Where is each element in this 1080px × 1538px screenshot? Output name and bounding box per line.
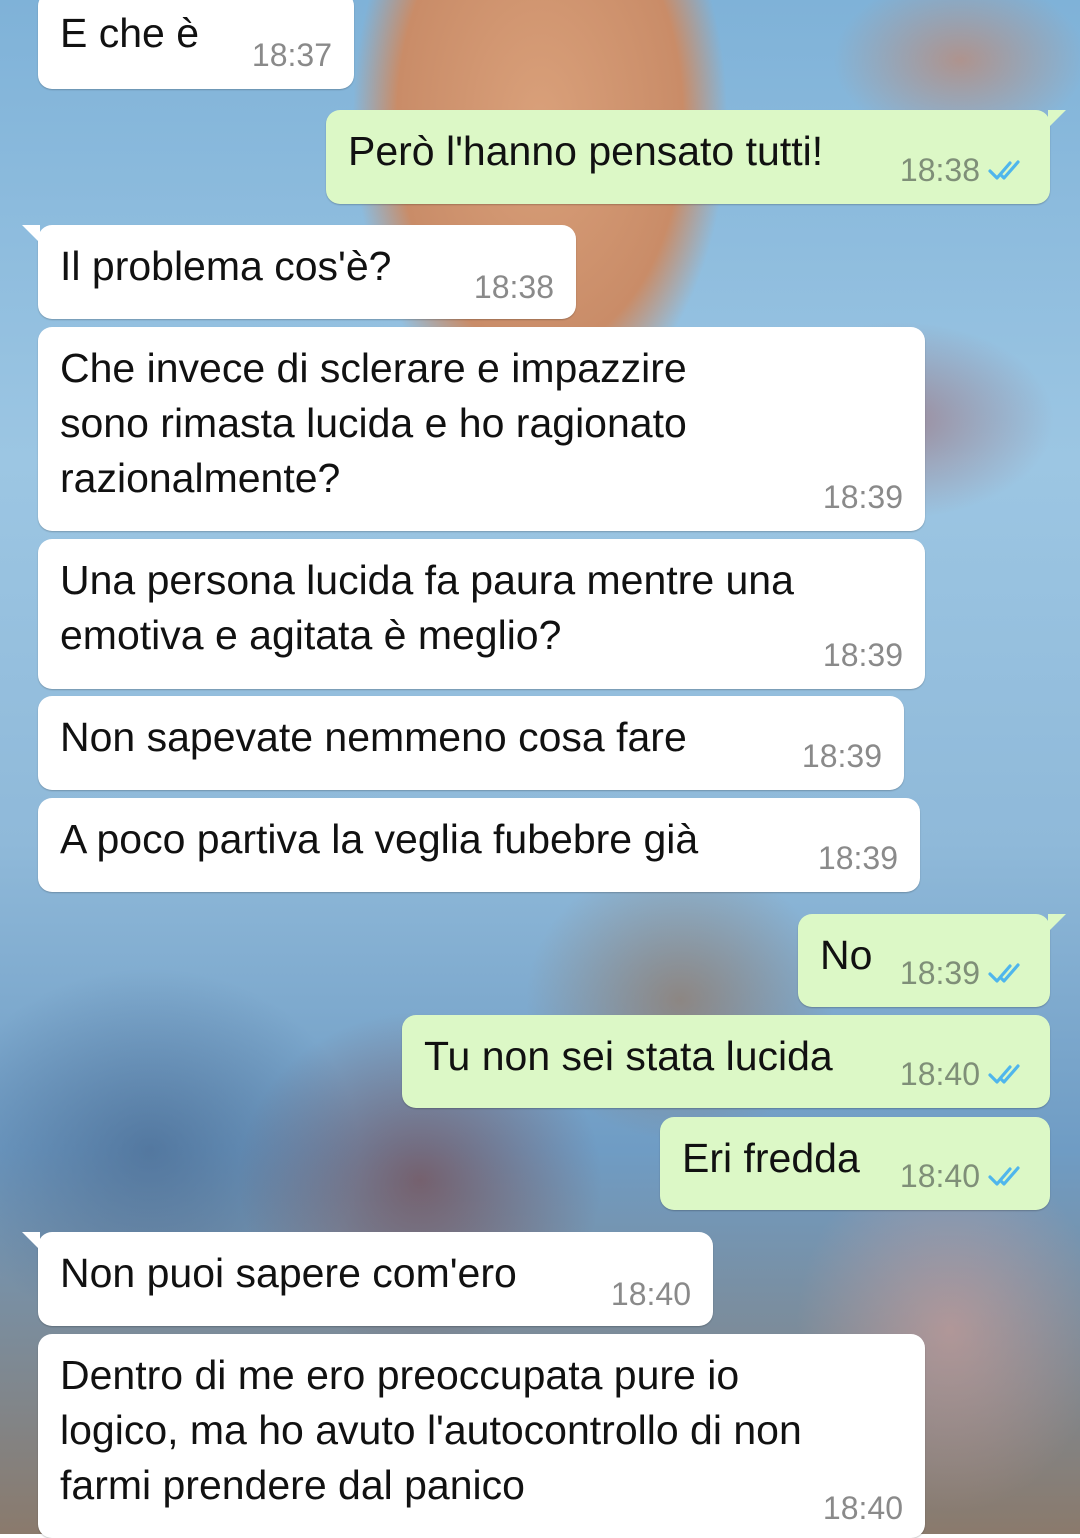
chat-message-list[interactable]: E che è 18:37 Però l'hanno pensato tutti… [0, 0, 1080, 1538]
message-time: 18:37 [251, 37, 332, 73]
message-text: A poco partiva la veglia fubebre già [60, 816, 699, 862]
double-check-icon [988, 963, 1020, 983]
message-bubble-incoming[interactable]: Non sapevate nemmeno cosa fare 18:39 [38, 696, 904, 790]
message-time: 18:39 [822, 637, 903, 673]
message-time: 18:40 [899, 1056, 980, 1092]
message-bubble-outgoing[interactable]: Però l'hanno pensato tutti! 18:38 [326, 110, 1066, 204]
double-check-icon [988, 1064, 1020, 1084]
message-text: Eri fredda [682, 1135, 860, 1181]
double-check-icon [988, 1166, 1020, 1186]
message-bubble-incoming[interactable]: Non puoi sapere com'ero 18:40 [22, 1232, 713, 1326]
message-bubble-incoming[interactable]: A poco partiva la veglia fubebre già 18:… [38, 798, 920, 892]
message-bubble-incoming[interactable]: Dentro di me ero preoccupata pure io log… [38, 1334, 925, 1538]
message-time: 18:39 [899, 955, 980, 991]
message-time: 18:40 [822, 1490, 903, 1526]
message-time: 18:40 [610, 1276, 691, 1312]
message-text: Non sapevate nemmeno cosa fare [60, 714, 687, 760]
message-text: Il problema cos'è? [60, 243, 392, 289]
message-text: Tu non sei stata lucida [424, 1033, 833, 1079]
message-bubble-incoming[interactable]: Una persona lucida fa paura mentre una e… [38, 539, 925, 689]
message-text: Dentro di me ero preoccupata pure io log… [60, 1352, 802, 1508]
message-text: Però l'hanno pensato tutti! [348, 128, 824, 174]
message-text: No [820, 932, 873, 978]
message-text: Una persona lucida fa paura mentre una e… [60, 557, 794, 658]
message-bubble-outgoing[interactable]: Eri fredda 18:40 [660, 1117, 1050, 1210]
message-text: Che invece di sclerare e impazzire sono … [60, 345, 687, 501]
message-time: 18:38 [899, 152, 980, 188]
message-bubble-incoming[interactable]: Che invece di sclerare e impazzire sono … [38, 327, 925, 531]
message-time: 18:39 [822, 479, 903, 515]
message-text: Non puoi sapere com'ero [60, 1250, 517, 1296]
double-check-icon [988, 160, 1020, 180]
message-time: 18:38 [473, 269, 554, 305]
message-bubble-incoming[interactable]: E che è 18:37 [38, 0, 354, 89]
message-time: 18:39 [817, 840, 898, 876]
message-time: 18:40 [899, 1158, 980, 1194]
message-time: 18:39 [801, 738, 882, 774]
message-bubble-incoming[interactable]: Il problema cos'è? 18:38 [22, 225, 576, 319]
message-bubble-outgoing[interactable]: Tu non sei stata lucida 18:40 [402, 1015, 1050, 1108]
message-bubble-outgoing[interactable]: No 18:39 [798, 914, 1066, 1007]
message-text: E che è [60, 10, 200, 56]
